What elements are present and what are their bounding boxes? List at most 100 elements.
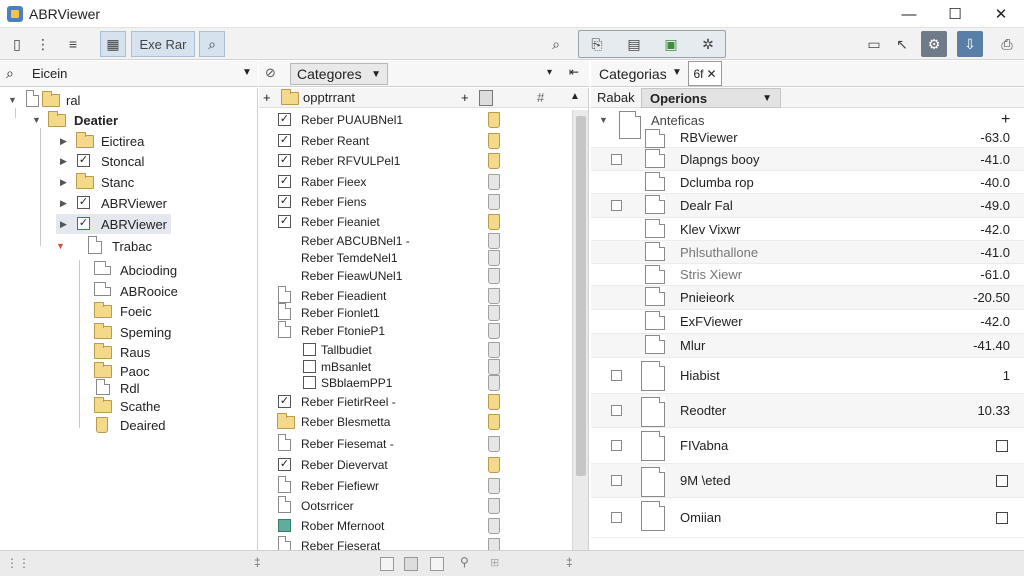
- row-toggle[interactable]: [996, 512, 1008, 524]
- add-button[interactable]: +: [263, 90, 271, 105]
- tree-item-selected[interactable]: ▶ ✓ ABRViewer: [56, 214, 171, 234]
- list-item[interactable]: Rober Mfernoot: [259, 516, 588, 536]
- chevron-down-icon[interactable]: ▼: [672, 67, 682, 78]
- tree-item[interactable]: Speming: [0, 322, 257, 342]
- details-row[interactable]: Klev Vixwr -42.0: [591, 218, 1024, 241]
- checkbox[interactable]: ✓: [278, 175, 291, 188]
- details-row[interactable]: FIVabna: [591, 428, 1024, 464]
- details-row[interactable]: 9M \eted: [591, 464, 1024, 498]
- details-row[interactable]: Reodter 10.33: [591, 394, 1024, 428]
- details-row[interactable]: Stris Xiewr -61.0: [591, 264, 1024, 286]
- list-item[interactable]: Reber Fionlet1: [259, 303, 588, 323]
- view-icon[interactable]: [380, 557, 394, 571]
- details-row[interactable]: Phlsuthallone -41.0: [591, 241, 1024, 264]
- tab-rabak[interactable]: Rabak: [597, 90, 635, 105]
- tab-chip[interactable]: 6f ✕: [688, 61, 722, 86]
- expand-icon[interactable]: ▼: [8, 95, 17, 105]
- tree-item[interactable]: Abcioding: [0, 260, 257, 280]
- trash-icon[interactable]: [479, 90, 493, 106]
- list-item[interactable]: Reber Fiefiewr: [259, 476, 588, 496]
- add-column-button[interactable]: +: [461, 90, 469, 105]
- copy-icon[interactable]: ⎘: [584, 31, 610, 57]
- checkbox[interactable]: ✓: [278, 113, 291, 126]
- expand-icon[interactable]: ▼: [32, 115, 41, 125]
- gear-icon[interactable]: ⚙: [921, 31, 947, 57]
- tree-item[interactable]: ABRooice: [0, 281, 257, 301]
- checkbox[interactable]: [278, 519, 291, 532]
- checkbox[interactable]: ✓: [278, 395, 291, 408]
- expand-icon[interactable]: ▼: [599, 115, 608, 125]
- list-item[interactable]: Reber Fieserat: [259, 536, 588, 550]
- connect-icon[interactable]: ⚲: [460, 555, 469, 569]
- list-item[interactable]: Reber Blesmetta: [259, 412, 588, 432]
- more-button[interactable]: ▾: [547, 67, 552, 78]
- list-item[interactable]: ✓ Raber Fieex: [259, 172, 588, 192]
- sidebar-icon[interactable]: ⋮: [30, 31, 56, 57]
- maximize-button[interactable]: ☐: [932, 0, 978, 28]
- row-checkbox[interactable]: [611, 512, 622, 523]
- row-toggle[interactable]: [996, 475, 1008, 487]
- row-toggle[interactable]: [996, 440, 1008, 452]
- details-row[interactable]: Hiabist 1: [591, 358, 1024, 394]
- list-item[interactable]: Reber FieawUNel1: [259, 266, 588, 286]
- checkbox[interactable]: [303, 343, 316, 356]
- list-item[interactable]: ✓ Reber Fiens: [259, 192, 588, 212]
- package-icon[interactable]: ▣: [658, 31, 684, 57]
- tree-item[interactable]: Raus: [0, 342, 257, 362]
- details-row[interactable]: Mlur -41.40: [591, 334, 1024, 358]
- list-item[interactable]: ✓ Reber FietirReel -: [259, 392, 588, 412]
- hash-column[interactable]: #: [537, 90, 544, 105]
- category-dropdown[interactable]: Categores ▼: [290, 63, 388, 85]
- tree-item[interactable]: ▼ Trabac: [0, 236, 257, 256]
- list-item[interactable]: SBblaemPP1: [259, 373, 588, 393]
- checkbox[interactable]: [303, 360, 316, 373]
- checkbox[interactable]: ✓: [278, 458, 291, 471]
- details-row[interactable]: Omiian: [591, 498, 1024, 538]
- tree-item[interactable]: ▶ ✓ Stoncal: [0, 151, 257, 171]
- details-row[interactable]: Pnieieork -20.50: [591, 286, 1024, 310]
- tag-status-icon[interactable]: [430, 557, 444, 571]
- folder-status-icon[interactable]: [404, 557, 418, 571]
- scrollbar-thumb[interactable]: [576, 116, 586, 476]
- list-item[interactable]: Ootsrricer: [259, 496, 588, 516]
- row-checkbox[interactable]: [611, 200, 622, 211]
- tree-item[interactable]: ▶ ✓ ABRViewer: [0, 193, 257, 213]
- checkbox[interactable]: ✓: [77, 217, 90, 230]
- grid-view-icon[interactable]: ▦: [100, 31, 126, 57]
- list-item[interactable]: ✓ Reber Dievervat: [259, 455, 588, 475]
- tree-item[interactable]: Scathe: [0, 396, 257, 416]
- group-header[interactable]: ▼ Anteficas +: [591, 110, 1024, 139]
- row-checkbox[interactable]: [611, 405, 622, 416]
- tree-item[interactable]: ▼ Deatier: [0, 110, 257, 130]
- list-item[interactable]: Reber Fiesemat -: [259, 434, 588, 454]
- details-row[interactable]: Dclumba rop -40.0: [591, 171, 1024, 194]
- expand-icon[interactable]: ▶: [60, 156, 67, 167]
- scrollbar[interactable]: [572, 110, 588, 550]
- checkbox[interactable]: ✓: [278, 195, 291, 208]
- document-icon[interactable]: ▤: [621, 31, 647, 57]
- checkbox[interactable]: [303, 376, 316, 389]
- checkbox[interactable]: ✓: [77, 196, 90, 209]
- checkbox[interactable]: ✓: [77, 154, 90, 167]
- tree-item[interactable]: ▶ Eictirea: [0, 131, 257, 151]
- list-item[interactable]: ✓ Reber Fieaniet: [259, 212, 588, 232]
- row-checkbox[interactable]: [611, 440, 622, 451]
- tree-item[interactable]: Foeic: [0, 301, 257, 321]
- details-row[interactable]: Dealr Fal -49.0: [591, 194, 1024, 218]
- checkbox[interactable]: ✓: [278, 154, 291, 167]
- tree-item[interactable]: Deaired: [0, 415, 257, 435]
- row-checkbox[interactable]: [611, 475, 622, 486]
- tab-close-icon[interactable]: ✕: [706, 67, 716, 81]
- minimize-button[interactable]: —: [886, 0, 932, 28]
- pane-resize-icon[interactable]: ‡: [566, 555, 573, 569]
- filter-icon[interactable]: ⊘: [265, 65, 276, 81]
- right-category-label[interactable]: Categorias: [599, 66, 667, 82]
- expand-icon[interactable]: ▶: [60, 219, 67, 230]
- checkbox[interactable]: ✓: [278, 215, 291, 228]
- settings-icon[interactable]: ✲: [695, 31, 721, 57]
- close-button[interactable]: ✕: [978, 0, 1024, 28]
- expand-icon[interactable]: ▶: [60, 177, 67, 188]
- details-row[interactable]: ExFViewer -42.0: [591, 310, 1024, 334]
- add-button[interactable]: +: [1001, 111, 1010, 129]
- chevron-down-icon[interactable]: ▼: [242, 67, 252, 78]
